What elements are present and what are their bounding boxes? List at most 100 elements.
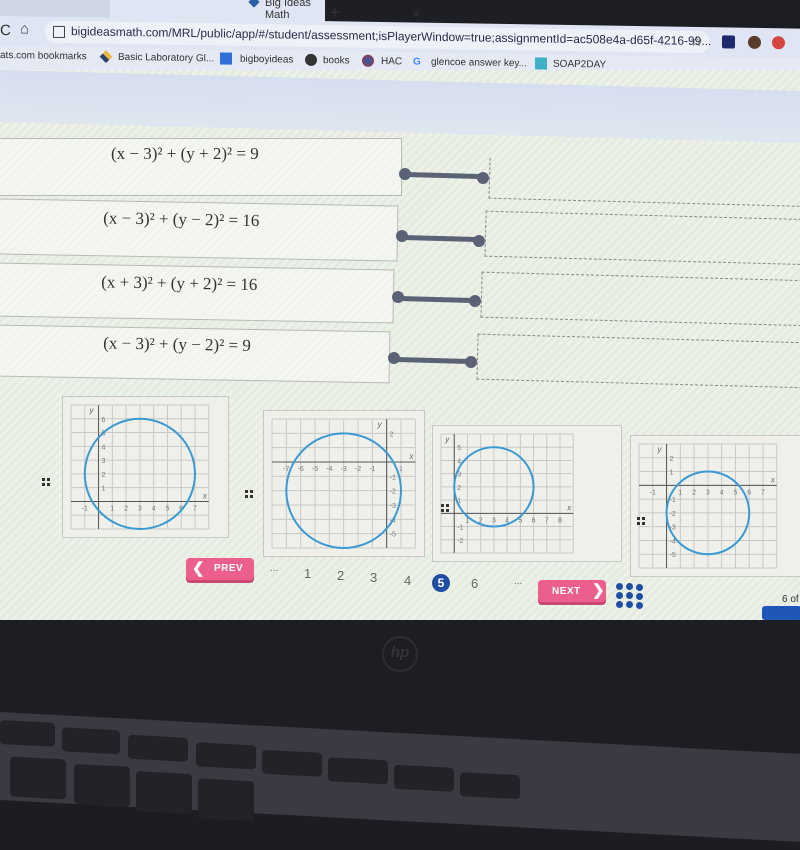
bookmark-star-icon[interactable]: ☆: [690, 33, 703, 50]
drag-handle-icon[interactable]: [245, 490, 254, 499]
bookmark-bigboyideas[interactable]: bigboyideas: [240, 54, 293, 66]
y-tick-label: -5: [670, 552, 676, 559]
prev-button[interactable]: ❮ PREV: [186, 558, 254, 580]
next-button[interactable]: NEXT ❯: [538, 580, 606, 602]
x-tick-label: 1: [399, 466, 403, 473]
drop-zone-3[interactable]: [480, 271, 800, 327]
connector-end-dot[interactable]: [469, 295, 481, 307]
bookmark-books[interactable]: books: [323, 55, 350, 66]
y-tick-label: 4: [102, 444, 106, 451]
drop-zone-4[interactable]: [476, 333, 800, 389]
graph-card-1[interactable]: -1 1 2 3 4 5 6 7 1 2 3 4 5 6 x y: [62, 396, 229, 538]
key: [74, 763, 130, 807]
drag-handle-icon[interactable]: [42, 478, 51, 487]
x-tick-label: 4: [152, 505, 156, 512]
graph-card-3[interactable]: 1 2 3 4 5 6 7 8 5 4 3 2 1 -1 -2 x y: [432, 425, 622, 562]
x-axis-label: x: [408, 452, 414, 461]
close-tab-icon[interactable]: ×: [412, 6, 420, 21]
equation-text: (x + 3)² + (y + 2)² = 16: [101, 272, 258, 295]
equation-box-4[interactable]: (x − 3)² + (y − 2)² = 9: [0, 324, 391, 384]
x-axis-label: x: [566, 503, 572, 512]
google-icon: G: [413, 56, 421, 68]
graph-card-2[interactable]: -7 -6 -5 -4 -3 -2 -1 1 2 -1 -2 -3 -4 -5 x y: [263, 410, 425, 557]
next-label: NEXT: [552, 586, 581, 597]
equation-box-3[interactable]: (x + 3)² + (y + 2)² = 16: [0, 262, 395, 324]
url-text[interactable]: bigideasmath.com/MRL/public/app/#/studen…: [71, 24, 711, 48]
y-axis-label: y: [657, 445, 663, 454]
page-3[interactable]: 3: [370, 570, 377, 585]
page-4[interactable]: 4: [404, 573, 411, 588]
chevron-left-icon: ❮: [192, 560, 206, 577]
y-axis-label: y: [444, 435, 450, 444]
flask-icon: [99, 50, 113, 64]
equation-box-1[interactable]: (x − 3)² + (y + 2)² = 9: [0, 138, 402, 196]
key: [394, 764, 454, 792]
graph-card-4[interactable]: -1 1 2 3 4 5 6 7 2 1 -1 -2 -3 -4 -5 x y: [630, 435, 800, 577]
hp-logo: hp: [382, 636, 418, 672]
home-icon[interactable]: ⌂: [20, 20, 29, 37]
bookmark-basic-lab[interactable]: Basic Laboratory Gl...: [118, 52, 214, 65]
page-2[interactable]: 2: [337, 568, 344, 583]
o-extension-icon[interactable]: [722, 35, 735, 49]
y-tick-label: -3: [390, 503, 396, 510]
page-1[interactable]: 1: [304, 566, 311, 581]
question-grid-menu-icon[interactable]: [616, 583, 650, 611]
drop-zone-2[interactable]: [484, 210, 800, 266]
key: [328, 757, 388, 785]
connector-end-dot[interactable]: [473, 235, 485, 247]
graph-4: -1 1 2 3 4 5 6 721-1-2-3-4-5xy: [638, 443, 778, 569]
x-tick-label: -4: [326, 466, 332, 473]
reload-icon[interactable]: C: [0, 22, 11, 39]
connector-start-dot[interactable]: [396, 230, 408, 242]
drag-handle-icon[interactable]: [441, 504, 450, 513]
x-tick-label: -6: [298, 466, 304, 473]
bookmark-glencoe[interactable]: glencoe answer key...: [431, 57, 527, 70]
page-header-band: [0, 70, 800, 143]
key: [136, 771, 192, 815]
y-tick-label: 3: [102, 458, 106, 465]
bookmark-hac[interactable]: HAC: [381, 56, 402, 67]
prev-label: PREV: [214, 563, 244, 574]
adblock-extension-icon[interactable]: [772, 36, 785, 50]
connector-start-dot[interactable]: [392, 291, 404, 303]
x-tick-label: 3: [492, 517, 496, 524]
y-tick-label: 5: [457, 445, 461, 452]
assessment-page: (x − 3)² + (y + 2)² = 9 (x − 3)² + (y − …: [0, 70, 800, 630]
connector-end-dot[interactable]: [477, 172, 489, 184]
x-tick-label: 7: [761, 489, 765, 496]
x-tick-label: 7: [545, 517, 549, 524]
connector-start-dot[interactable]: [399, 168, 411, 180]
y-tick-label: 2: [102, 472, 106, 479]
x-tick-label: 1: [678, 489, 682, 496]
x-tick-label: 3: [138, 505, 142, 512]
x-tick-label: 6: [747, 489, 751, 496]
drop-zone-1[interactable]: [488, 157, 800, 208]
key: [62, 727, 120, 755]
connector-end-dot[interactable]: [465, 356, 477, 368]
page-5-current[interactable]: 5: [432, 574, 450, 592]
y-axis-label: y: [377, 420, 383, 429]
page-info-icon[interactable]: [53, 25, 65, 39]
connector-start-dot[interactable]: [388, 352, 400, 364]
y-axis-label: y: [89, 406, 95, 415]
y-tick-label: -1: [390, 474, 396, 481]
wizard-extension-icon[interactable]: [748, 35, 761, 49]
x-axis-label: x: [202, 491, 208, 500]
equation-text: (x − 3)² + (y − 2)² = 9: [103, 333, 252, 355]
y-tick-label: -2: [670, 511, 676, 518]
drag-handle-icon[interactable]: [637, 517, 646, 526]
page-6[interactable]: 6: [471, 576, 478, 591]
bookmark-folder[interactable]: ats.com bookmarks: [0, 50, 87, 62]
x-tick-label: 8: [558, 517, 562, 524]
x-axis-label: x: [770, 475, 776, 484]
pager-ellipsis: ...: [270, 563, 279, 574]
equation-box-2[interactable]: (x − 3)² + (y − 2)² = 16: [0, 198, 399, 262]
x-tick-label: -1: [82, 505, 88, 512]
bookmark-soap2day[interactable]: SOAP2DAY: [553, 59, 606, 71]
x-tick-label: 6: [532, 517, 536, 524]
graph-1: -1 1 2 3 4 5 6 7123456xy: [70, 404, 210, 530]
progress-label: 6 of: [782, 594, 799, 605]
x-tick-label: 5: [733, 489, 737, 496]
x-tick-label: 1: [110, 505, 114, 512]
new-tab-button[interactable]: +: [330, 3, 340, 23]
